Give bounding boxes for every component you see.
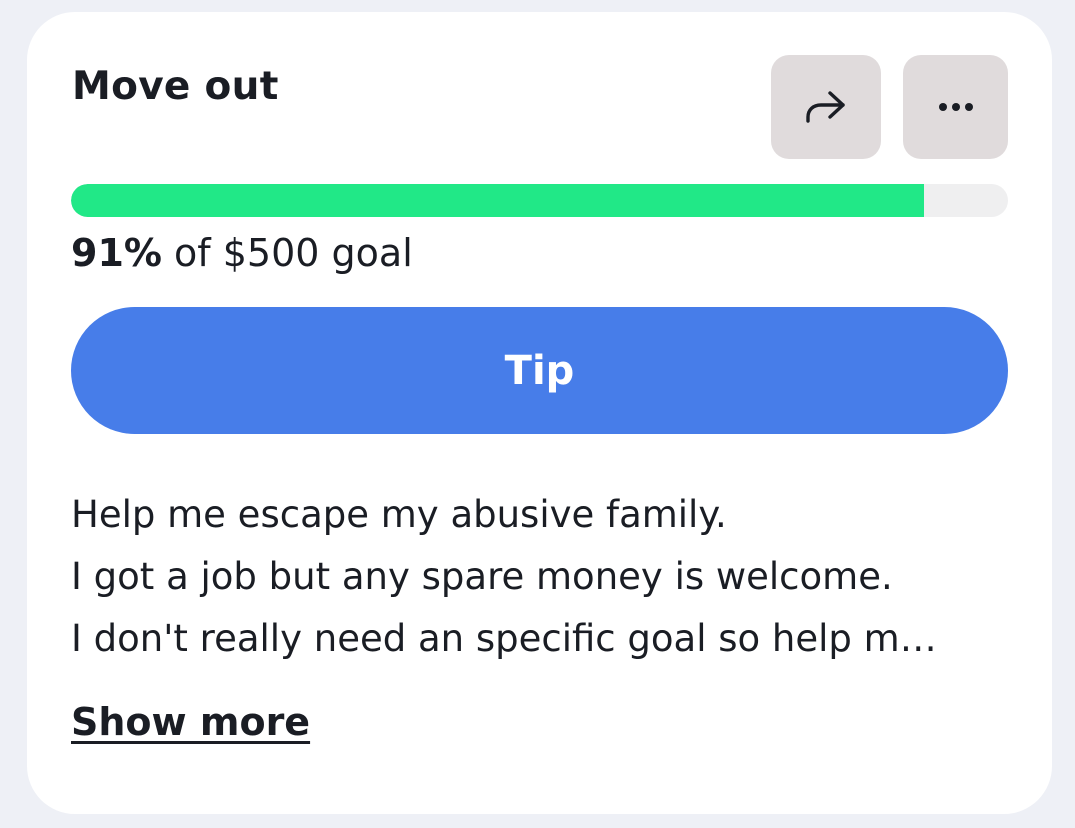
goal-card: Move out 91% of $500 goal Tip Help me es… xyxy=(27,12,1052,814)
progress-goal-text: of $500 goal xyxy=(161,231,413,275)
description-line: Help me escape my abusive family. xyxy=(71,493,727,536)
tip-button[interactable]: Tip xyxy=(71,307,1008,434)
share-button[interactable] xyxy=(771,55,881,159)
description-line: I got a job but any spare money is welco… xyxy=(71,555,893,598)
progress-fill xyxy=(71,184,924,217)
share-arrow-icon xyxy=(803,87,849,127)
progress-label: 91% of $500 goal xyxy=(71,228,413,278)
description-line: I don't really need an specific goal so … xyxy=(71,617,937,660)
more-options-button[interactable] xyxy=(903,55,1008,159)
progress-bar xyxy=(71,184,1008,217)
goal-title: Move out xyxy=(72,64,279,109)
goal-description: Help me escape my abusive family. I got … xyxy=(71,484,1001,670)
progress-percent: 91% xyxy=(71,231,162,275)
ellipsis-icon xyxy=(938,102,974,112)
show-more-link[interactable]: Show more xyxy=(71,697,310,747)
